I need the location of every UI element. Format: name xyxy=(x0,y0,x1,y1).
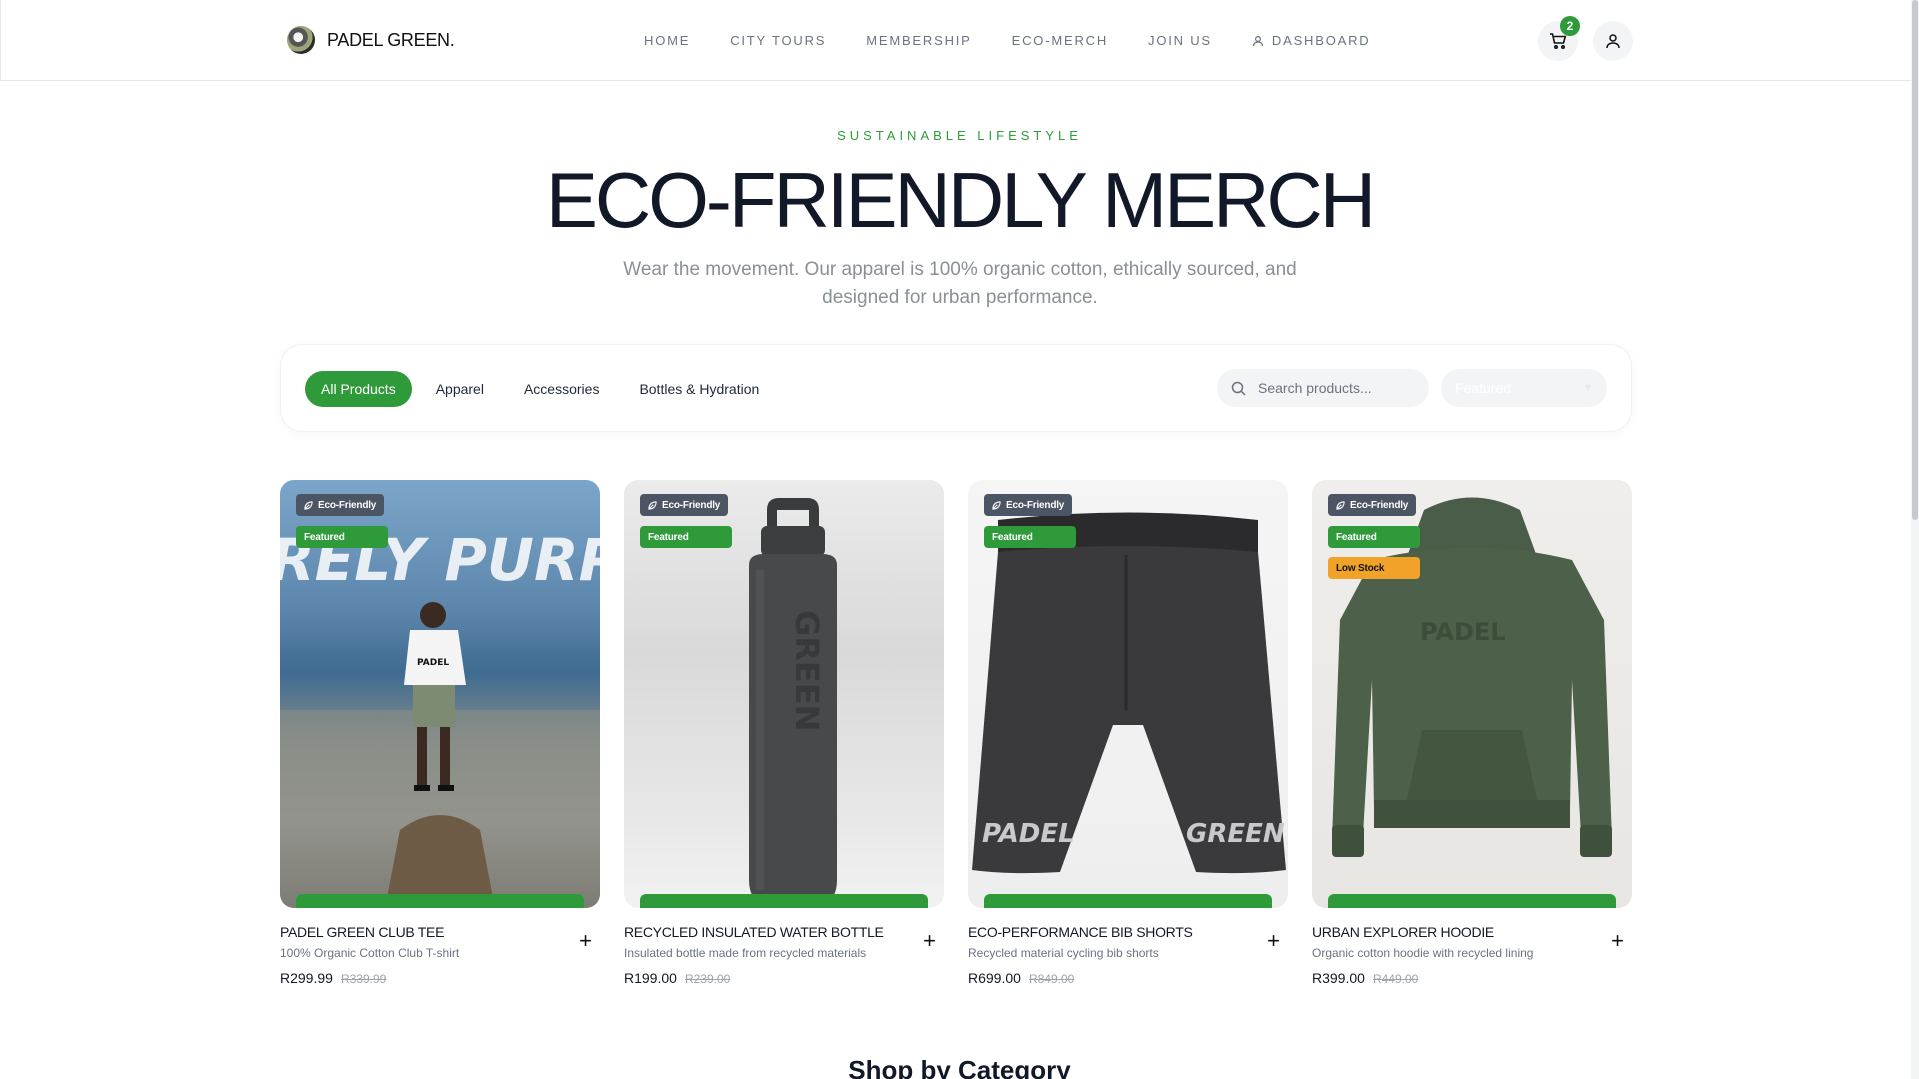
nav-membership[interactable]: MEMBERSHIP xyxy=(866,33,971,48)
product-card[interactable]: PADEL Eco-Friendly Featured Low Stock UR… xyxy=(1312,480,1632,986)
price-row: R399.00 R449.00 xyxy=(1312,970,1632,986)
brand-logo[interactable]: PADEL GREEN. xyxy=(287,26,455,54)
page-title: ECO-FRIENDLY MERCH xyxy=(545,156,1376,244)
product-card[interactable]: GREEN Eco-Friendly Featured RECYCLED INS… xyxy=(624,480,944,986)
quick-add-bar[interactable] xyxy=(984,894,1272,908)
product-image[interactable]: PADEL GREEN Eco-Friendly Featured xyxy=(968,480,1288,908)
nav-city-tours[interactable]: CITY TOURS xyxy=(730,33,826,48)
low-stock-tag: Low Stock xyxy=(1328,557,1420,579)
tab-accessories[interactable]: Accessories xyxy=(508,371,615,407)
bottle-print-text: GREEN xyxy=(788,610,826,731)
eco-friendly-tag: Eco-Friendly xyxy=(640,494,729,516)
sort-select[interactable]: Featured ▼ xyxy=(1441,369,1607,407)
main-nav: HOME CITY TOURS MEMBERSHIP ECO-MERCH JOI… xyxy=(644,33,1370,48)
chevron-down-icon: ▼ xyxy=(1583,382,1593,394)
user-icon xyxy=(1252,35,1264,46)
hero-eyebrow: SUSTAINABLE LIFESTYLE xyxy=(837,128,1082,143)
tee-print-text: PADEL xyxy=(417,658,449,668)
brand-name: PADEL GREEN. xyxy=(327,29,455,50)
product-description: Recycled material cycling bib shorts xyxy=(968,946,1159,960)
leaf-icon xyxy=(992,500,1001,510)
featured-tag: Featured xyxy=(640,526,732,548)
eco-friendly-tag: Eco-Friendly xyxy=(1328,494,1417,516)
hoodie-print-text: PADEL xyxy=(1420,618,1506,646)
product-description: 100% Organic Cotton Club T-shirt xyxy=(280,946,460,960)
featured-tag: Featured xyxy=(984,526,1076,548)
nav-dashboard-label: DASHBOARD xyxy=(1271,33,1371,48)
featured-tag: Featured xyxy=(296,526,388,548)
price-row: R699.00 R849.00 xyxy=(968,970,1288,986)
product-price: R399.00 xyxy=(1312,970,1365,986)
product-image[interactable]: GREEN Eco-Friendly Featured xyxy=(624,480,944,908)
category-tabs: All Products Apparel Accessories Bottles… xyxy=(305,371,775,407)
search-input[interactable] xyxy=(1258,380,1408,396)
account-icon xyxy=(1606,34,1620,49)
eco-friendly-label: Eco-Friendly xyxy=(1006,499,1065,511)
product-name[interactable]: ECO-PERFORMANCE BIB SHORTS xyxy=(968,924,1288,940)
eco-friendly-label: Eco-Friendly xyxy=(318,499,377,511)
product-price: R699.00 xyxy=(968,970,1021,986)
product-old-price: R449.00 xyxy=(1372,972,1419,986)
hero-subtitle: Wear the movement. Our apparel is 100% o… xyxy=(623,259,1297,308)
add-to-cart-button[interactable]: + xyxy=(923,930,936,952)
product-old-price: R239.00 xyxy=(684,972,731,986)
product-name[interactable]: URBAN EXPLORER HOODIE xyxy=(1312,924,1632,940)
leaf-icon xyxy=(1336,500,1345,510)
product-card[interactable]: PADEL GREEN Eco-Friendly Featured ECO-PE… xyxy=(968,480,1288,986)
tab-bottles-hydration[interactable]: Bottles & Hydration xyxy=(623,371,775,407)
section-heading: Shop by Category xyxy=(848,1055,1071,1079)
sort-value: Featured xyxy=(1455,380,1512,396)
nav-eco-merch[interactable]: ECO-MERCH xyxy=(1012,33,1108,48)
price-row: R299.99 R339.99 xyxy=(280,970,600,986)
logo-icon xyxy=(287,26,315,54)
search-box xyxy=(1217,369,1429,407)
product-old-price: R849.00 xyxy=(1028,972,1075,986)
eco-friendly-tag: Eco-Friendly xyxy=(984,494,1073,516)
scrollbar-thumb[interactable] xyxy=(1912,0,1918,520)
product-card[interactable]: RELY PURPOSE PADEL Eco-Friendly Featured… xyxy=(280,480,600,986)
eco-friendly-tag: Eco-Friendly xyxy=(296,494,385,516)
price-row: R199.00 R239.00 xyxy=(624,970,944,986)
product-description: Insulated bottle made from recycled mate… xyxy=(624,946,867,960)
search-icon xyxy=(1231,381,1246,396)
product-description: Organic cotton hoodie with recycled lini… xyxy=(1312,946,1534,960)
product-image[interactable]: RELY PURPOSE PADEL Eco-Friendly Featured xyxy=(280,480,600,908)
leaf-icon xyxy=(304,500,313,510)
tab-apparel[interactable]: Apparel xyxy=(420,371,500,407)
nav-home[interactable]: HOME xyxy=(644,33,690,48)
shorts-print-right: GREEN xyxy=(1186,819,1285,849)
account-button[interactable] xyxy=(1593,21,1633,61)
shorts-print-left: PADEL xyxy=(982,819,1075,849)
filter-bar: All Products Apparel Accessories Bottles… xyxy=(280,344,1632,432)
product-name[interactable]: PADEL GREEN CLUB TEE xyxy=(280,924,600,940)
quick-add-bar[interactable] xyxy=(1328,894,1616,908)
featured-tag: Featured xyxy=(1328,526,1420,548)
eco-friendly-label: Eco-Friendly xyxy=(1350,499,1409,511)
product-name[interactable]: RECYCLED INSULATED WATER BOTTLE xyxy=(624,924,944,940)
add-to-cart-button[interactable]: + xyxy=(1267,930,1280,952)
quick-add-bar[interactable] xyxy=(296,894,584,908)
cart-count-badge: 2 xyxy=(1560,16,1580,36)
nav-join-us[interactable]: JOIN US xyxy=(1148,33,1212,48)
nav-dashboard[interactable]: DASHBOARD xyxy=(1252,33,1371,48)
eco-friendly-label: Eco-Friendly xyxy=(662,499,721,511)
quick-add-bar[interactable] xyxy=(640,894,928,908)
add-to-cart-button[interactable]: + xyxy=(1611,930,1624,952)
product-price: R199.00 xyxy=(624,970,677,986)
site-header: PADEL GREEN. HOME CITY TOURS MEMBERSHIP … xyxy=(0,0,1919,81)
product-image[interactable]: PADEL Eco-Friendly Featured Low Stock xyxy=(1312,480,1632,908)
product-old-price: R339.99 xyxy=(340,972,387,986)
tab-all-products[interactable]: All Products xyxy=(305,371,412,407)
scrollbar[interactable] xyxy=(1911,0,1919,1079)
leaf-icon xyxy=(648,500,657,510)
add-to-cart-button[interactable]: + xyxy=(579,930,592,952)
product-price: R299.99 xyxy=(280,970,333,986)
